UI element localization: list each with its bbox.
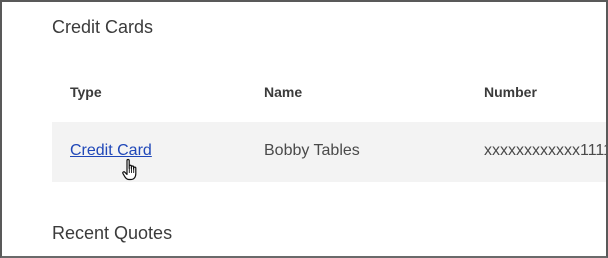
name-cell: Bobby Tables [264, 142, 360, 159]
column-header-number: Number [484, 84, 537, 100]
recent-quotes-heading: Recent Quotes [52, 223, 173, 243]
credit-card-link[interactable]: Credit Card [70, 142, 152, 159]
number-cell: xxxxxxxxxxxx1111 [484, 142, 608, 159]
table-header-row: Type Name Number [52, 72, 606, 122]
hand-pointer-icon [122, 158, 137, 181]
page-frame: Credit Cards Type Name Number Credit Car… [0, 0, 608, 258]
credit-cards-heading: Credit Cards [52, 17, 154, 37]
column-header-type: Type [70, 84, 102, 100]
column-header-name: Name [264, 84, 303, 100]
